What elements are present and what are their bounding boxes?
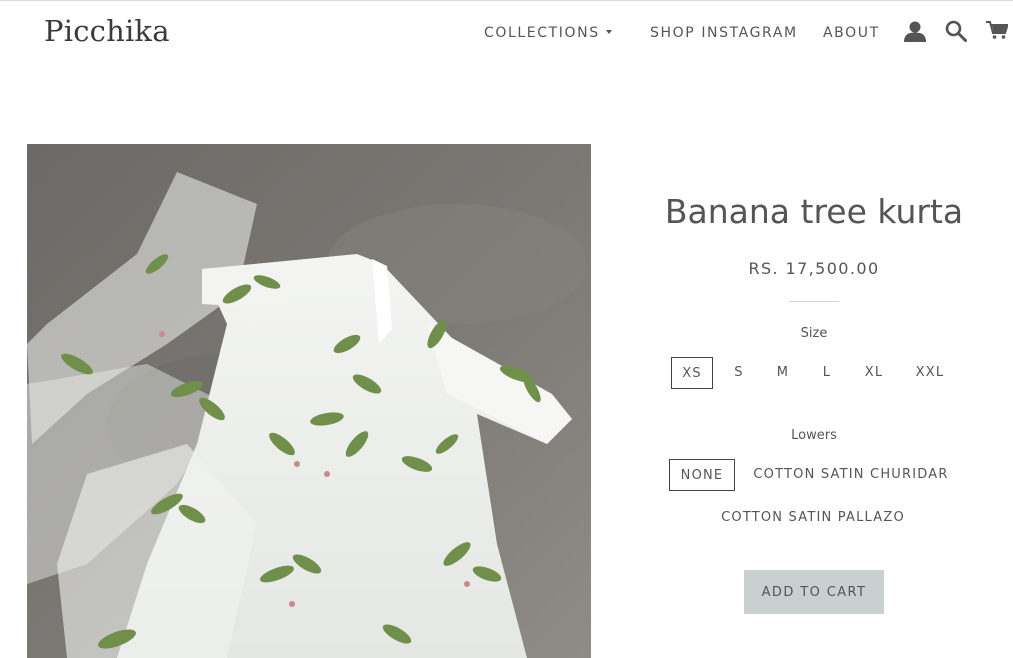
site-logo[interactable]: Picchika — [44, 14, 170, 48]
header-top-border — [0, 0, 1013, 1]
cart-icon[interactable] — [986, 20, 1009, 44]
size-option-xxl[interactable]: XXL — [908, 357, 952, 389]
size-option-s[interactable]: S — [724, 357, 754, 389]
size-option-xl[interactable]: XL — [855, 357, 893, 389]
divider — [789, 301, 839, 302]
size-option-m[interactable]: M — [767, 357, 799, 389]
nav-shop-instagram[interactable]: SHOP INSTAGRAM — [650, 25, 798, 41]
lowers-option-churidar[interactable]: COTTON SATIN CHURIDAR — [748, 459, 954, 491]
search-icon[interactable] — [945, 20, 967, 46]
size-option-xs[interactable]: XS — [671, 357, 713, 389]
size-option-l[interactable]: L — [813, 357, 841, 389]
nav-collections[interactable]: COLLECTIONS — [484, 25, 600, 41]
lowers-label: Lowers — [791, 428, 837, 443]
product-title: Banana tree kurta — [664, 192, 964, 231]
product-image[interactable] — [27, 144, 591, 658]
caret-down-icon[interactable] — [606, 30, 612, 34]
lowers-option-pallazo[interactable]: COTTON SATIN PALLAZO — [714, 502, 912, 534]
size-label: Size — [800, 326, 828, 341]
product-price: RS. 17,500.00 — [748, 259, 880, 278]
user-icon[interactable] — [903, 20, 927, 46]
lowers-option-none[interactable]: NONE — [669, 459, 735, 491]
nav-about[interactable]: ABOUT — [823, 25, 880, 41]
add-to-cart-button[interactable]: ADD TO CART — [744, 570, 884, 614]
